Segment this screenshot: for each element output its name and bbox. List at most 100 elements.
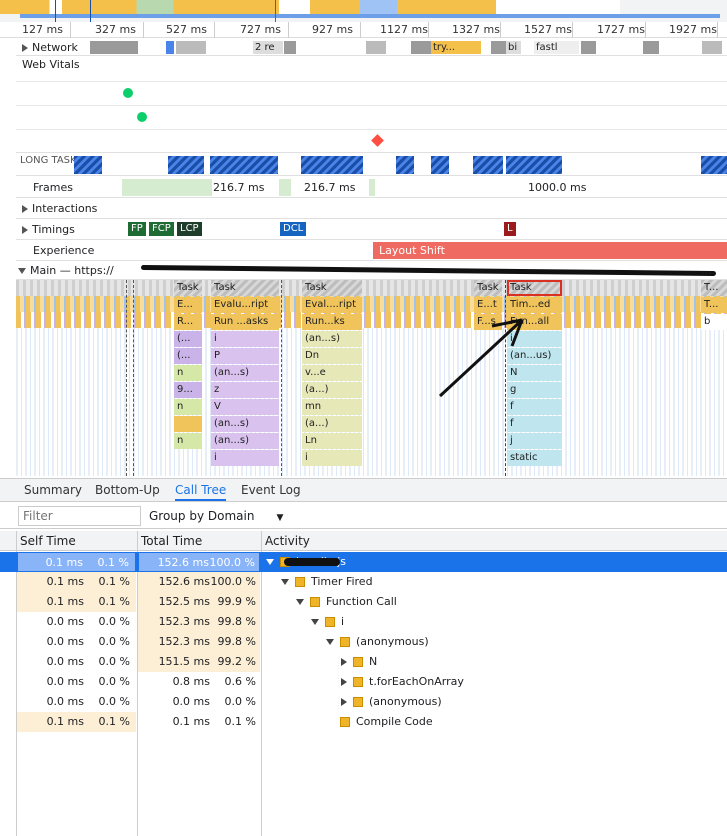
table-row[interactable]: 0.1 ms 0.1 % 152.6 ms 100.0 % Timer Fired xyxy=(0,572,727,592)
expand-arrow-icon[interactable] xyxy=(281,579,289,585)
long-tasks-track[interactable]: LONG TASKS xyxy=(16,154,727,176)
timeline-overview[interactable] xyxy=(0,0,727,22)
flame-entry[interactable]: Dn xyxy=(302,348,362,364)
activity-cell[interactable]: t.forEachOnArray xyxy=(341,672,464,692)
flame-entry[interactable] xyxy=(174,416,202,432)
flame-entry[interactable]: static xyxy=(507,450,562,466)
frame-duration[interactable]: 216.7 ms xyxy=(213,181,264,194)
network-request[interactable]: fastl xyxy=(534,41,579,54)
load-timing[interactable]: L xyxy=(504,222,516,236)
table-row[interactable]: 0.1 ms 0.1 % 0.1 ms 0.1 % Compile Code xyxy=(0,712,727,732)
activity-header[interactable]: Activity xyxy=(265,534,310,548)
flame-entry[interactable]: (an...s) xyxy=(211,416,279,432)
flame-entry[interactable]: T... xyxy=(701,297,727,313)
flame-entry[interactable]: Eval....ript xyxy=(302,297,362,313)
expand-icon[interactable] xyxy=(22,44,28,52)
flame-entry[interactable]: mn xyxy=(302,399,362,415)
flame-entry[interactable]: (an...s) xyxy=(302,331,362,347)
long-task[interactable] xyxy=(168,156,204,174)
filter-input[interactable] xyxy=(18,506,141,526)
collapsed-arrow-icon[interactable] xyxy=(341,678,347,686)
long-task[interactable] xyxy=(210,156,278,174)
flame-entry[interactable]: Task xyxy=(211,280,279,296)
network-request[interactable]: 2 re xyxy=(253,41,283,54)
timings-track[interactable]: Timings FP FCP LCP DCL L xyxy=(16,220,727,240)
activity-cell[interactable]: (anonymous) xyxy=(326,632,429,652)
flame-entry[interactable]: n xyxy=(174,399,202,415)
self-time-header[interactable]: Self Time xyxy=(20,534,76,548)
expand-arrow-icon[interactable] xyxy=(296,599,304,605)
long-task[interactable] xyxy=(431,156,449,174)
collapsed-arrow-icon[interactable] xyxy=(341,698,347,706)
network-request[interactable]: bi xyxy=(506,41,521,54)
flame-entry[interactable]: n xyxy=(174,433,202,449)
activity-cell[interactable]: i xyxy=(311,612,344,632)
flame-entry[interactable]: v...e xyxy=(302,365,362,381)
tab-call-tree[interactable]: Call Tree xyxy=(175,483,227,501)
flame-entry[interactable]: (a...) xyxy=(302,416,362,432)
table-row[interactable]: 0.1 ms 0.1 % 152.5 ms 99.9 % Function Call xyxy=(0,592,727,612)
lcp-timing[interactable]: LCP xyxy=(177,222,202,236)
expand-icon[interactable] xyxy=(22,226,28,234)
layout-shift-bar[interactable]: Layout Shift xyxy=(373,242,727,259)
flame-entry[interactable]: Evalu...ript xyxy=(211,297,279,313)
fcp-marker[interactable] xyxy=(123,88,133,98)
flame-entry[interactable]: b xyxy=(701,314,727,330)
flame-entry[interactable]: Task xyxy=(474,280,502,296)
flame-entry[interactable]: Ln xyxy=(302,433,362,449)
long-task[interactable] xyxy=(301,156,363,174)
network-label[interactable]: Network xyxy=(22,41,78,54)
flame-entry[interactable]: (a...) xyxy=(302,382,362,398)
cls-marker[interactable] xyxy=(371,134,384,147)
web-vitals-track[interactable]: Web Vitals xyxy=(16,57,727,153)
expand-arrow-icon[interactable] xyxy=(326,639,334,645)
activity-cell[interactable]: N xyxy=(341,652,377,672)
network-request[interactable]: try... xyxy=(431,41,481,54)
flame-entry[interactable]: n xyxy=(174,365,202,381)
main-thread-header[interactable]: Main — https:// ... xyxy=(16,262,727,280)
expand-arrow-icon[interactable] xyxy=(266,559,274,565)
long-task[interactable] xyxy=(396,156,414,174)
table-row[interactable]: 0.0 ms 0.0 % 152.3 ms 99.8 % i xyxy=(0,612,727,632)
activity-cell[interactable]: Function Call xyxy=(296,592,397,612)
long-task[interactable] xyxy=(701,156,727,174)
total-time-header[interactable]: Total Time xyxy=(141,534,202,548)
flame-entry[interactable]: i xyxy=(211,450,279,466)
lcp-marker[interactable] xyxy=(137,112,147,122)
flame-entry[interactable]: Run ...asks xyxy=(211,314,279,330)
collapse-icon[interactable] xyxy=(18,268,26,274)
flame-entry[interactable]: (an...s) xyxy=(211,365,279,381)
fp-timing[interactable]: FP xyxy=(128,222,146,236)
flame-entry[interactable]: Task xyxy=(507,280,562,296)
flame-entry[interactable]: (... xyxy=(174,348,202,364)
activity-cell[interactable]: (anonymous) xyxy=(341,692,442,712)
group-by-select[interactable]: Group by Domain ▼ xyxy=(149,509,283,523)
frames-track[interactable]: Frames 216.7 ms 216.7 ms 1000.0 ms xyxy=(16,177,727,198)
table-row[interactable]: 0.0 ms 0.0 % 152.3 ms 99.8 % (anonymous) xyxy=(0,632,727,652)
long-task[interactable] xyxy=(506,156,562,174)
flame-entry[interactable]: z xyxy=(211,382,279,398)
interactions-track[interactable]: Interactions xyxy=(16,199,727,219)
expand-arrow-icon[interactable] xyxy=(311,619,319,625)
long-task[interactable] xyxy=(74,156,102,174)
flame-entry[interactable]: Task xyxy=(174,280,202,296)
flame-entry[interactable]: Run...ks xyxy=(302,314,362,330)
flame-entry[interactable]: E... xyxy=(174,297,202,313)
collapsed-arrow-icon[interactable] xyxy=(341,658,347,666)
table-row[interactable]: 0.0 ms 0.0 % 151.5 ms 99.2 % N xyxy=(0,652,727,672)
long-task[interactable] xyxy=(473,156,503,174)
fcp-timing[interactable]: FCP xyxy=(149,222,174,236)
table-row[interactable]: 0.1 ms0.1 %152.6 ms100.0 %bundle.js xyxy=(0,552,727,572)
flame-entry[interactable]: i xyxy=(302,450,362,466)
flame-entry[interactable]: P xyxy=(211,348,279,364)
table-row[interactable]: 0.0 ms 0.0 % 0.0 ms 0.0 % (anonymous) xyxy=(0,692,727,712)
flame-entry[interactable]: Tim...ed xyxy=(507,297,562,313)
table-row[interactable]: 0.0 ms 0.0 % 0.8 ms 0.6 % t.forEachOnArray xyxy=(0,672,727,692)
network-track[interactable]: Network 2 re try... bi fastl xyxy=(16,39,727,56)
flame-entry[interactable]: R... xyxy=(174,314,202,330)
flame-entry[interactable]: Task xyxy=(302,280,362,296)
flame-entry[interactable]: E...t xyxy=(474,297,502,313)
flame-entry[interactable]: f xyxy=(507,416,562,432)
flame-chart[interactable]: Task E... R... (... (... n 9... n n Task Evalu...r… xyxy=(16,280,727,476)
tab-summary[interactable]: Summary xyxy=(24,483,82,497)
